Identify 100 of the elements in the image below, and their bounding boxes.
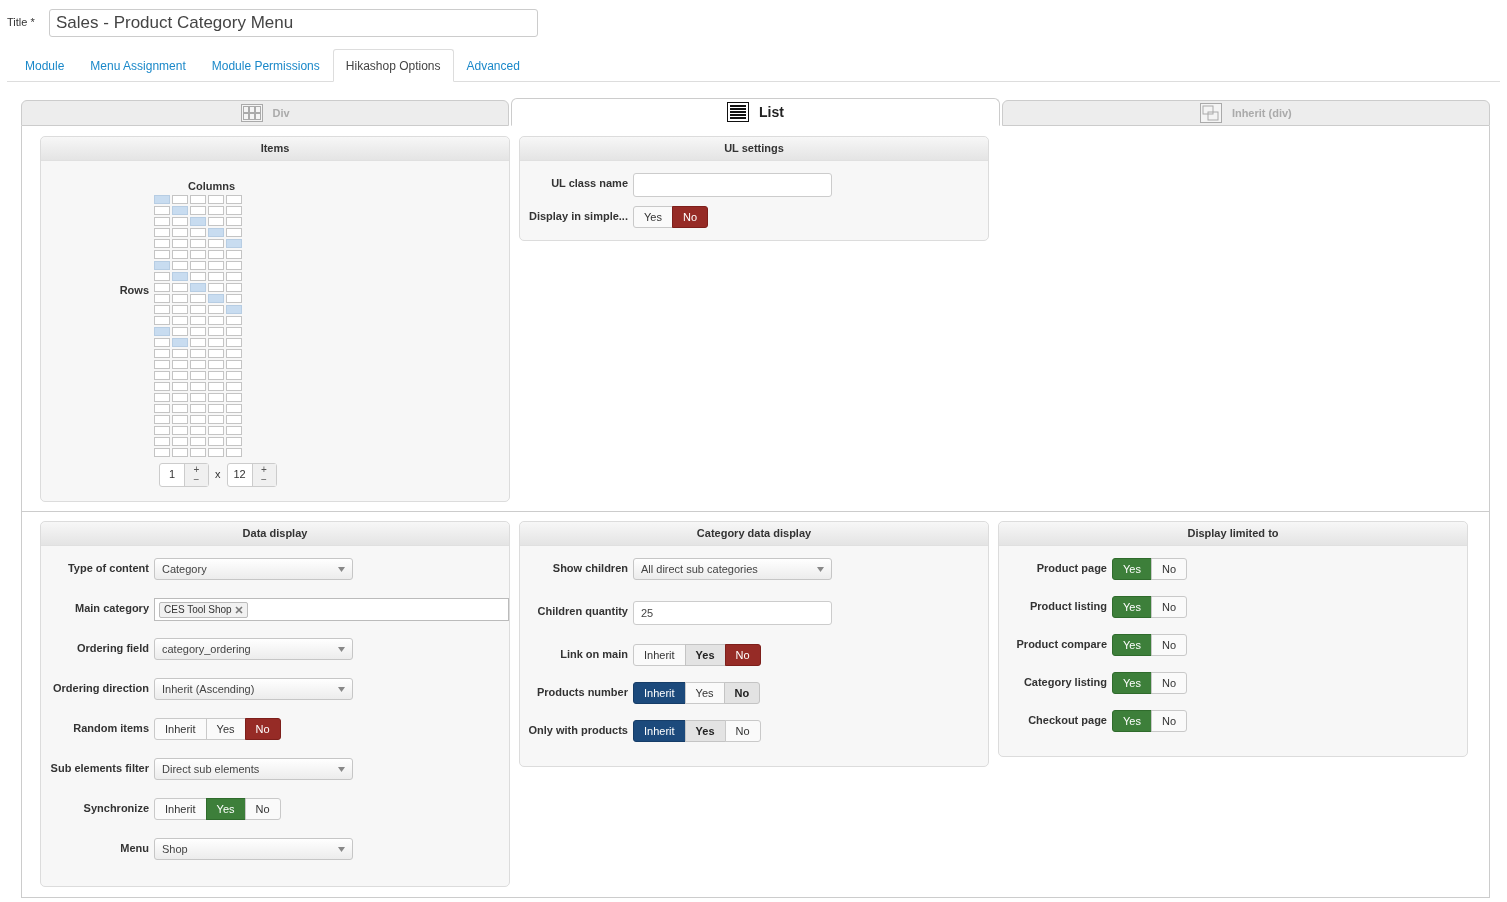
grid-cell[interactable] — [190, 370, 206, 380]
grid-cell[interactable] — [154, 370, 170, 380]
grid-cell[interactable] — [172, 381, 188, 391]
toggle-option[interactable]: No — [1150, 634, 1187, 656]
grid-cell[interactable] — [226, 381, 242, 391]
toggle-option[interactable]: No — [1150, 596, 1187, 618]
grid-cell[interactable] — [190, 238, 206, 248]
grid-cell[interactable] — [190, 194, 206, 204]
grid-cell[interactable] — [226, 205, 242, 215]
grid-cell[interactable] — [190, 392, 206, 402]
grid-cell[interactable] — [154, 260, 170, 270]
grid-cell[interactable] — [154, 436, 170, 446]
grid-cell[interactable] — [172, 282, 188, 292]
grid-cell[interactable] — [226, 348, 242, 358]
grid-cell[interactable] — [154, 403, 170, 413]
grid-cell[interactable] — [172, 238, 188, 248]
grid-cell[interactable] — [172, 304, 188, 314]
grid-cell[interactable] — [154, 227, 170, 237]
grid-cell[interactable] — [208, 447, 224, 457]
grid-cell[interactable] — [172, 194, 188, 204]
tab[interactable]: Menu Assignment — [77, 49, 199, 82]
toggle-option[interactable]: No — [671, 206, 708, 228]
increment-button[interactable]: + — [193, 464, 200, 475]
grid-cell[interactable] — [226, 359, 242, 369]
toggle-option[interactable]: No — [1150, 672, 1187, 694]
grid-cell[interactable] — [154, 315, 170, 325]
toggle-option[interactable]: Yes — [684, 644, 726, 666]
grid-cell[interactable] — [208, 337, 224, 347]
grid-cell[interactable] — [172, 337, 188, 347]
grid-cell[interactable] — [208, 238, 224, 248]
toggle-option[interactable]: Inherit — [154, 718, 207, 740]
grid-cell[interactable] — [154, 381, 170, 391]
grid-cell[interactable] — [226, 370, 242, 380]
grid-cell[interactable] — [208, 425, 224, 435]
toggle-option[interactable]: Inherit — [633, 644, 686, 666]
toggle-option[interactable]: No — [724, 720, 761, 742]
grid-cell[interactable] — [226, 260, 242, 270]
grid-cell[interactable] — [172, 293, 188, 303]
grid-cell[interactable] — [154, 425, 170, 435]
grid-cell[interactable] — [172, 414, 188, 424]
dropdown[interactable]: All direct sub categories — [633, 558, 832, 580]
grid-cell[interactable] — [190, 271, 206, 281]
grid-cell[interactable] — [190, 315, 206, 325]
grid-cell[interactable] — [226, 315, 242, 325]
grid-cell[interactable] — [208, 304, 224, 314]
grid-cell[interactable] — [190, 348, 206, 358]
grid-cell[interactable] — [154, 249, 170, 259]
grid-cell[interactable] — [154, 282, 170, 292]
grid-cell[interactable] — [172, 216, 188, 226]
grid-cell[interactable] — [226, 403, 242, 413]
grid-cell[interactable] — [208, 315, 224, 325]
grid-cell[interactable] — [190, 260, 206, 270]
grid-cell[interactable] — [208, 392, 224, 402]
grid-cell[interactable] — [208, 370, 224, 380]
grid-cell[interactable] — [154, 348, 170, 358]
decrement-button[interactable]: − — [261, 474, 267, 485]
grid-cell[interactable] — [154, 216, 170, 226]
grid-cell[interactable] — [154, 304, 170, 314]
grid-cell[interactable] — [154, 293, 170, 303]
dropdown[interactable]: Shop — [154, 838, 353, 860]
toggle-option[interactable]: Yes — [684, 720, 726, 742]
grid-cell[interactable] — [208, 359, 224, 369]
toggle-option[interactable]: No — [244, 798, 281, 820]
grid-cell[interactable] — [208, 249, 224, 259]
grid-cell[interactable] — [190, 205, 206, 215]
layout-tab[interactable]: List — [511, 98, 1000, 126]
grid-cell[interactable] — [190, 447, 206, 457]
dropdown[interactable]: Inherit (Ascending) — [154, 678, 353, 700]
grid-cell[interactable] — [190, 249, 206, 259]
grid-cell[interactable] — [226, 304, 242, 314]
grid-cell[interactable] — [208, 293, 224, 303]
grid-cell[interactable] — [208, 194, 224, 204]
grid-cell[interactable] — [226, 447, 242, 457]
toggle-option[interactable]: Yes — [633, 206, 673, 228]
grid-cell[interactable] — [226, 271, 242, 281]
decrement-button[interactable]: − — [193, 474, 200, 485]
grid-cell[interactable] — [208, 326, 224, 336]
grid-cell[interactable] — [190, 293, 206, 303]
toggle-option[interactable]: Yes — [1112, 710, 1152, 732]
grid-cell[interactable] — [190, 359, 206, 369]
dropdown[interactable]: category_ordering — [154, 638, 353, 660]
grid-cell[interactable] — [154, 337, 170, 347]
grid-cell[interactable] — [208, 436, 224, 446]
grid-cell[interactable] — [226, 249, 242, 259]
grid-cell[interactable] — [208, 414, 224, 424]
toggle-option[interactable]: Inherit — [633, 682, 686, 704]
grid-cell[interactable] — [190, 216, 206, 226]
dropdown[interactable]: Direct sub elements — [154, 758, 353, 780]
title-field[interactable]: Sales - Product Category Menu — [49, 9, 538, 37]
tab[interactable]: Module — [12, 49, 78, 82]
grid-cell[interactable] — [154, 447, 170, 457]
grid-cell[interactable] — [226, 238, 242, 248]
increment-button[interactable]: + — [261, 464, 267, 475]
grid-cell[interactable] — [172, 205, 188, 215]
grid-cell[interactable] — [208, 381, 224, 391]
grid-cell[interactable] — [172, 370, 188, 380]
grid-cell[interactable] — [172, 315, 188, 325]
text-field[interactable]: 25 — [633, 601, 832, 625]
grid-cell[interactable] — [172, 326, 188, 336]
grid-cell[interactable] — [172, 260, 188, 270]
